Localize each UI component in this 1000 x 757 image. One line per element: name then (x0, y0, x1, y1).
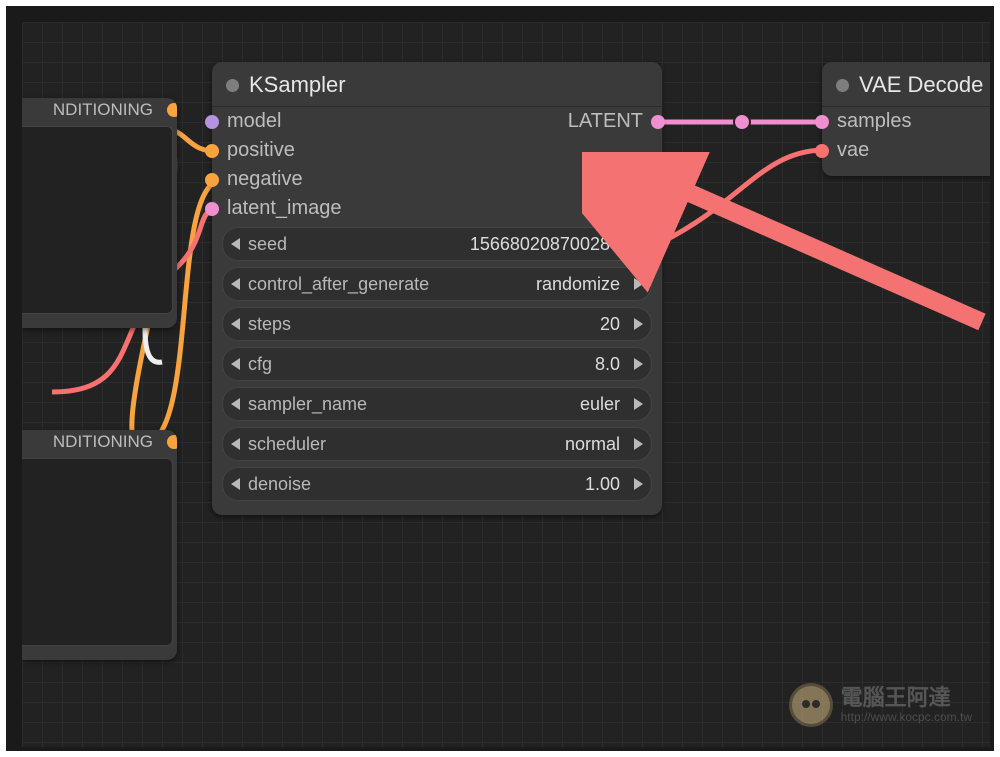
node-conditioning-bottom[interactable]: NDITIONING (22, 430, 177, 660)
decrement-icon[interactable] (231, 478, 240, 490)
increment-icon[interactable] (634, 358, 643, 370)
collapse-icon[interactable] (836, 79, 849, 92)
input-label: positive (227, 139, 295, 162)
collapse-icon[interactable] (226, 79, 239, 92)
output-label: NDITIONING (53, 100, 153, 120)
widget-value[interactable]: 20 (291, 314, 626, 335)
increment-icon[interactable] (634, 278, 643, 290)
decrement-icon[interactable] (231, 438, 240, 450)
output-port-conditioning[interactable] (167, 103, 177, 117)
decrement-icon[interactable] (231, 278, 240, 290)
widget-seed[interactable]: seed 156680208700286 (222, 227, 652, 261)
widget-label: scheduler (248, 434, 326, 455)
node-conditioning-top[interactable]: NDITIONING (22, 98, 177, 328)
watermark-face-icon (789, 683, 833, 727)
widget-value[interactable]: 1.00 (311, 474, 626, 495)
widget-value[interactable]: normal (326, 434, 626, 455)
node-graph-canvas[interactable]: NDITIONING NDITIONING KSampler model LAT… (22, 22, 990, 747)
input-label: latent_image (227, 197, 342, 220)
widget-value[interactable]: 8.0 (272, 354, 626, 375)
decrement-icon[interactable] (231, 398, 240, 410)
node-title: VAE Decode (859, 72, 983, 98)
input-label: vae (837, 139, 869, 162)
input-port-model[interactable] (205, 115, 219, 129)
widget-value[interactable]: 156680208700286 (287, 234, 626, 255)
widget-steps[interactable]: steps 20 (222, 307, 652, 341)
output-port-conditioning[interactable] (167, 435, 177, 449)
input-label: negative (227, 168, 303, 191)
increment-icon[interactable] (634, 318, 643, 330)
decrement-icon[interactable] (231, 358, 240, 370)
prompt-textarea[interactable] (22, 126, 173, 314)
widget-label: seed (248, 234, 287, 255)
widget-label: steps (248, 314, 291, 335)
node-title: KSampler (249, 72, 346, 98)
input-port-latent-image[interactable] (205, 202, 219, 216)
decrement-icon[interactable] (231, 238, 240, 250)
widgets-area: seed 156680208700286 control_after_gener… (212, 223, 662, 515)
input-port-positive[interactable] (205, 144, 219, 158)
watermark: 電腦王阿達 http://www.kocpc.com.tw (789, 683, 972, 727)
output-port-latent[interactable] (651, 115, 665, 129)
widget-label: control_after_generate (248, 274, 429, 295)
widget-control-after-generate[interactable]: control_after_generate randomize (222, 267, 652, 301)
widget-value[interactable]: euler (367, 394, 626, 415)
input-port-vae[interactable] (815, 144, 829, 158)
input-label: samples (837, 110, 911, 133)
watermark-title: 電腦王阿達 (841, 686, 972, 710)
increment-icon[interactable] (634, 238, 643, 250)
input-label: model (227, 110, 281, 133)
input-port-negative[interactable] (205, 173, 219, 187)
increment-icon[interactable] (634, 398, 643, 410)
widget-label: sampler_name (248, 394, 367, 415)
widget-scheduler[interactable]: scheduler normal (222, 427, 652, 461)
increment-icon[interactable] (634, 478, 643, 490)
node-vae-decode[interactable]: VAE Decode samples vae (822, 62, 990, 176)
input-port-samples[interactable] (815, 115, 829, 129)
prompt-textarea[interactable] (22, 458, 173, 646)
widget-label: denoise (248, 474, 311, 495)
widget-cfg[interactable]: cfg 8.0 (222, 347, 652, 381)
output-label: NDITIONING (53, 432, 153, 452)
increment-icon[interactable] (634, 438, 643, 450)
watermark-url: http://www.kocpc.com.tw (841, 711, 972, 724)
widget-sampler-name[interactable]: sampler_name euler (222, 387, 652, 421)
node-header[interactable]: VAE Decode (822, 62, 990, 107)
output-label: LATENT (568, 110, 643, 133)
widget-denoise[interactable]: denoise 1.00 (222, 467, 652, 501)
widget-value[interactable]: randomize (429, 274, 626, 295)
node-ksampler[interactable]: KSampler model LATENT positive negative (212, 62, 662, 515)
decrement-icon[interactable] (231, 318, 240, 330)
widget-label: cfg (248, 354, 272, 375)
node-header[interactable]: KSampler (212, 62, 662, 107)
